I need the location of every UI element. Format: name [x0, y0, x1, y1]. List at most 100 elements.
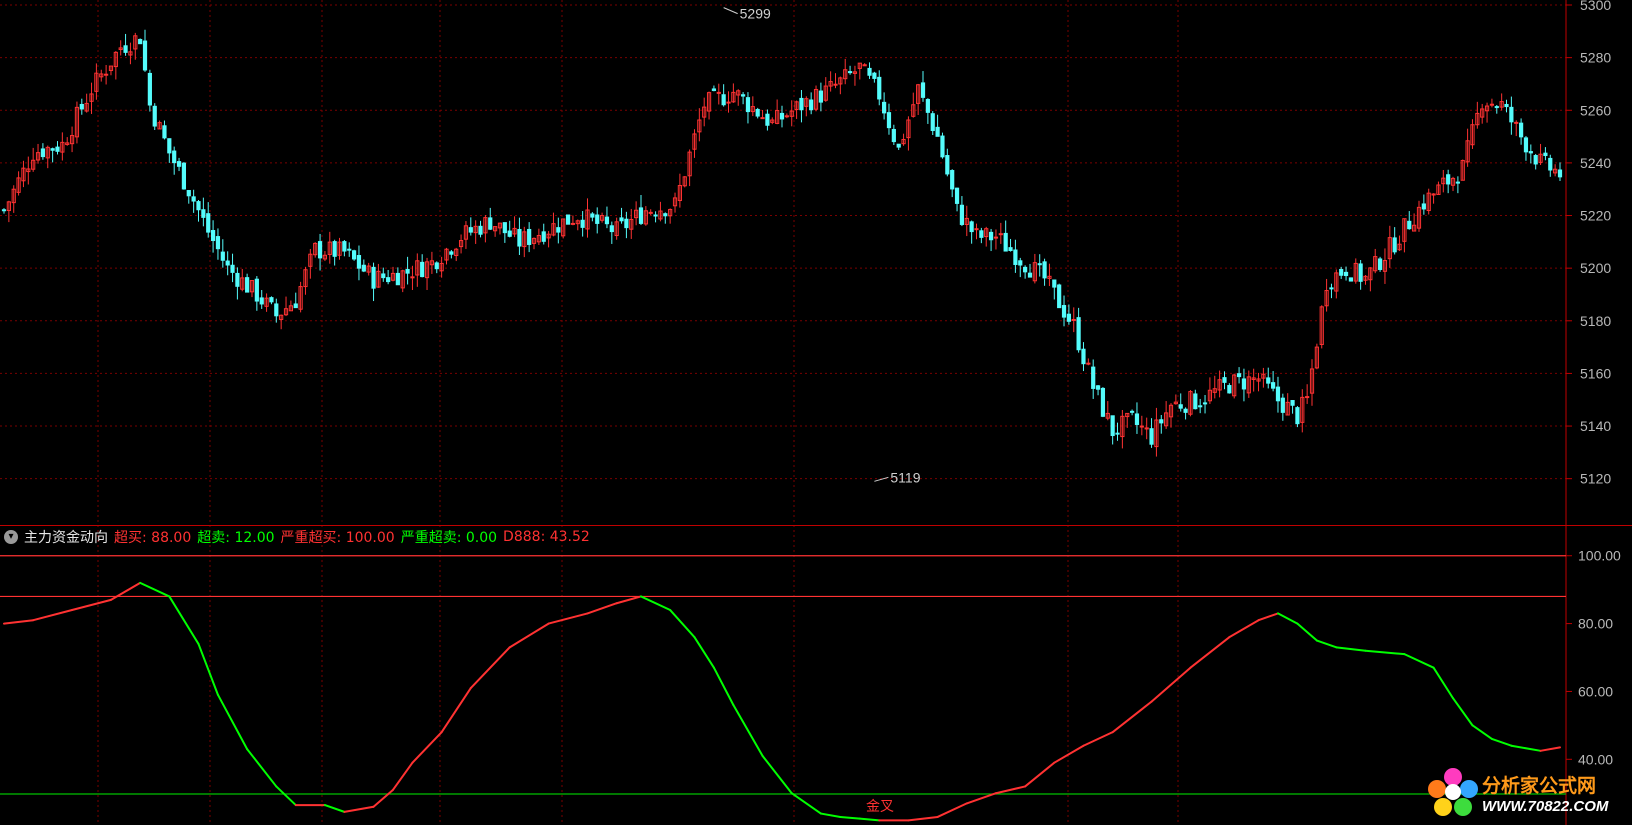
price-tick-label: 5260 — [1580, 102, 1611, 118]
candle-body — [974, 228, 979, 231]
chevron-down-icon[interactable]: ▾ — [4, 530, 18, 544]
candle-body — [176, 161, 182, 167]
candle-body — [449, 251, 454, 255]
price-annotation: 5299 — [740, 6, 771, 22]
candle-body — [925, 98, 930, 113]
candle — [1460, 159, 1465, 181]
candle-body — [604, 216, 610, 225]
candle — [813, 85, 819, 112]
candle-body — [950, 170, 955, 190]
watermark-url: WWW.70822.COM — [1482, 798, 1609, 815]
candle-body — [1115, 432, 1120, 435]
candle — [565, 214, 571, 225]
candle-body — [123, 45, 128, 53]
candle-body — [138, 38, 143, 45]
candle-body — [1348, 277, 1354, 282]
flower-logo-icon — [1428, 768, 1478, 818]
candle-body — [1275, 386, 1281, 402]
candle-body — [1100, 387, 1106, 417]
candle-body — [590, 213, 595, 218]
candle-body — [877, 76, 882, 100]
candle — [682, 176, 687, 188]
candle-body — [210, 230, 216, 242]
candle-body — [638, 207, 644, 224]
candle-body — [1528, 151, 1533, 154]
candle-body — [191, 196, 196, 202]
candle-body — [1149, 428, 1154, 445]
candle-body — [745, 97, 751, 113]
candle-body — [181, 162, 187, 190]
candle — [1188, 390, 1193, 417]
candle-body — [167, 138, 172, 154]
candle-body — [317, 241, 323, 259]
candle-body — [1407, 220, 1412, 230]
candle-body — [1, 209, 7, 212]
candle-body — [172, 150, 177, 164]
watermark-logo: 分析家公式网 WWW.70822.COM — [1428, 765, 1628, 821]
candle — [1232, 373, 1237, 399]
legend-severe-oversold: 严重超卖: 0.00 — [400, 530, 498, 546]
candle-body — [580, 219, 585, 228]
candle-body — [663, 213, 668, 217]
candle-body — [230, 264, 235, 273]
candle-body — [969, 221, 974, 233]
candle-body — [935, 126, 940, 137]
candle-body — [410, 276, 415, 279]
candle-body — [1003, 232, 1008, 252]
candle-body — [235, 272, 240, 287]
candle-body — [527, 228, 532, 245]
candle-body — [1013, 249, 1018, 265]
candle-body — [215, 236, 221, 250]
candle-body — [716, 91, 721, 94]
candle-body — [196, 201, 201, 211]
legend-oversold: 超卖: 12.00 — [197, 530, 275, 546]
price-tick-label: 5220 — [1580, 208, 1611, 224]
candle-body — [595, 214, 600, 224]
indicator-header: ▾ 主力资金动向 超买: 88.00 超卖: 12.00 严重超买: 100.0… — [4, 526, 590, 548]
candle-body — [1548, 157, 1553, 171]
candle-body — [332, 241, 337, 257]
candle-body — [147, 72, 152, 106]
candle-body — [1455, 181, 1460, 184]
candle — [1348, 277, 1354, 282]
candle-body — [1057, 284, 1062, 309]
candle-body — [186, 190, 191, 197]
candle-body — [1514, 121, 1519, 124]
candle — [147, 69, 152, 112]
candle-body — [1091, 366, 1096, 389]
candle-body — [142, 40, 148, 71]
price-tick-label: 5120 — [1580, 471, 1611, 487]
candle-body — [1095, 385, 1101, 390]
candle-body — [405, 268, 410, 274]
candle-body — [847, 71, 853, 74]
candle-body — [872, 72, 877, 79]
candle-body — [55, 146, 60, 152]
price-tick-label: 5240 — [1580, 155, 1611, 171]
candle-body — [1358, 263, 1363, 282]
candle-body — [478, 225, 483, 235]
candle-body — [541, 231, 546, 242]
candle-body — [1295, 407, 1300, 425]
candle-body — [1339, 268, 1344, 276]
candle-body — [1061, 305, 1067, 318]
candle-body — [254, 278, 259, 302]
candle-body — [609, 225, 614, 233]
legend-severe-overbought: 严重超买: 100.00 — [280, 530, 395, 546]
candle — [138, 38, 143, 45]
candle-body — [347, 248, 352, 251]
candle-body — [1178, 404, 1183, 409]
candle-body — [1202, 402, 1208, 405]
price-tick-label: 5200 — [1580, 260, 1611, 276]
candle-body — [1329, 287, 1334, 290]
candle — [1057, 283, 1062, 309]
candle-body — [1290, 400, 1295, 406]
legend-d888: D888: 43.52 — [503, 529, 590, 545]
candle-body — [356, 255, 362, 269]
candle — [181, 162, 187, 190]
candle-body — [395, 272, 400, 286]
candle-body — [1519, 122, 1524, 138]
candle-body — [653, 214, 658, 217]
candle-body — [162, 125, 167, 139]
candle — [1100, 387, 1106, 418]
candle-body — [1086, 362, 1091, 365]
